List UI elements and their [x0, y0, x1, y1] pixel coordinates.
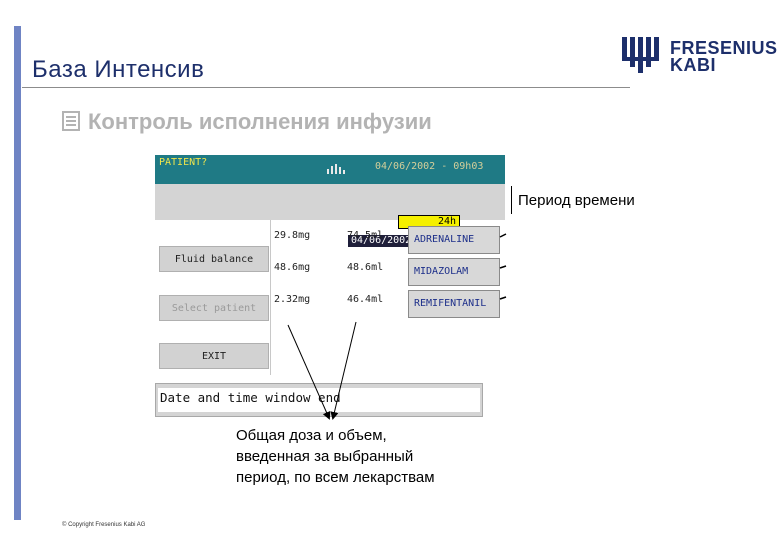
patient-label[interactable]: PATIENT?: [159, 157, 207, 168]
status-bar: Date and time window end: [155, 383, 483, 417]
table-row: 29.8mg 74.5ml ADRENALINE: [271, 226, 505, 256]
fluid-balance-button[interactable]: Fluid balance: [159, 246, 269, 272]
volume-value: 74.5ml: [347, 230, 384, 241]
status-text: Date and time window end: [160, 390, 341, 405]
title-divider: [22, 87, 630, 88]
period-callout: Период времени: [518, 192, 635, 209]
copyright-note: © Copyright Fresenius Kabi AG: [62, 522, 146, 528]
left-button-panel: Fluid balance Select patient EXIT: [155, 220, 271, 375]
logo-text: FRESENIUS KABI: [670, 39, 778, 75]
period-selector: 24h 04/06/2002 09h00: [155, 184, 505, 247]
screen-title-bar: PATIENT? 04/06/2002 - 09h03: [155, 155, 505, 184]
device-datetime: 04/06/2002 - 09h03: [375, 161, 484, 172]
device-screen: PATIENT? 04/06/2002 - 09h03 24h 04/06/20…: [155, 155, 505, 417]
status-panel: Date and time window end: [158, 388, 480, 412]
drug-button[interactable]: ADRENALINE: [408, 226, 500, 254]
dose-value: 29.8mg: [274, 230, 311, 241]
dose-value: 48.6mg: [274, 262, 311, 273]
caption-line: введенная за выбранный: [236, 448, 414, 465]
subtitle-text: Контроль исполнения инфузии: [88, 109, 432, 134]
volume-value: 48.6ml: [347, 262, 384, 273]
dose-caption: Общая доза и объем, введенная за выбранн…: [236, 425, 435, 488]
fresenius-logo-icon: [622, 37, 659, 73]
volume-value: 46.4ml: [347, 294, 384, 305]
slide-subtitle: Контроль исполнения инфузии: [62, 109, 432, 135]
table-row: 48.6mg 48.6ml MIDAZOLAM: [271, 258, 505, 288]
slide-title: База Интенсив: [32, 56, 205, 83]
dose-value: 2.32mg: [274, 294, 311, 305]
exit-button[interactable]: EXIT: [159, 343, 269, 369]
select-patient-button[interactable]: Select patient: [159, 295, 269, 321]
fresenius-kabi-logo: FRESENIUS KABI: [622, 35, 777, 77]
period-callout-line: [511, 186, 512, 214]
logo-line-2: KABI: [670, 55, 716, 75]
table-row: 2.32mg 46.4ml REMIFENTANIL: [271, 290, 505, 320]
caption-line: период, по всем лекарствам: [236, 469, 435, 486]
drug-button[interactable]: REMIFENTANIL: [408, 290, 500, 318]
document-bullet-icon: [62, 111, 80, 131]
left-accent-bar: [14, 26, 21, 520]
drug-button[interactable]: MIDAZOLAM: [408, 258, 500, 286]
signal-bars-icon: [327, 164, 345, 174]
caption-line: Общая доза и объем,: [236, 427, 387, 444]
